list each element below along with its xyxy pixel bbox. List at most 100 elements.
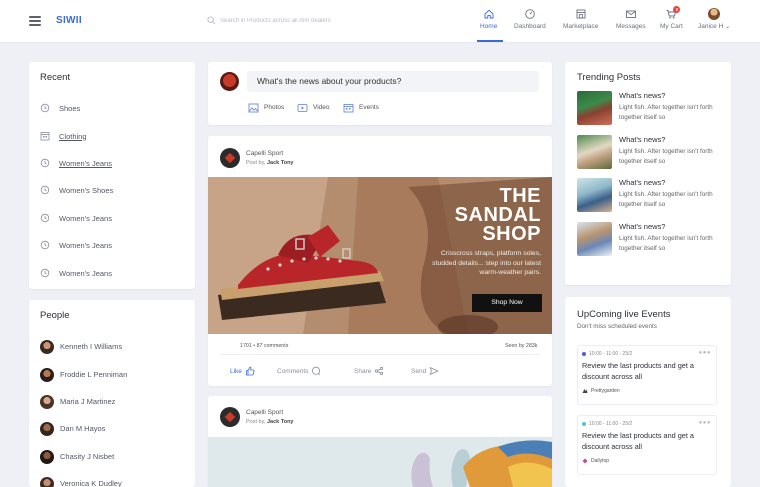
post-author-name[interactable]: Jack Tony <box>267 160 294 166</box>
brand-avatar[interactable] <box>220 148 240 168</box>
person-item[interactable]: Kenneth I Williams <box>40 339 122 354</box>
chevron-down-icon: ⌄ <box>725 24 731 30</box>
nav-dashboard[interactable]: Dashboard <box>514 8 546 30</box>
clock-icon <box>40 158 50 168</box>
post-composer-input[interactable]: What's the news about your products? <box>247 71 539 92</box>
event-dot <box>582 352 586 356</box>
person-item[interactable]: Froddie L Penniman <box>40 367 127 382</box>
nav-messages[interactable]: Messages <box>616 8 646 30</box>
trending-thumbnail <box>577 222 612 256</box>
post-seen-count: Seen by 283k <box>505 343 538 349</box>
nav-active-indicator <box>477 40 503 42</box>
events-button[interactable]: Events <box>343 102 379 113</box>
recent-item-womens-shoes[interactable]: Women's Shoes <box>40 183 113 197</box>
avatar <box>40 476 54 487</box>
trending-post-title: What's news? <box>619 135 666 144</box>
calendar-icon <box>343 103 354 112</box>
post-image[interactable]: THE SANDAL SHOP Crisscross straps, platf… <box>208 177 552 334</box>
events-label: Events <box>359 104 379 111</box>
clothing-photo <box>208 437 552 487</box>
recent-item-womens-jeans-3[interactable]: Women's Jeans <box>40 238 112 252</box>
promo-headline-line: SHOP <box>482 223 541 245</box>
comments-label: Comments <box>277 367 309 375</box>
video-button[interactable]: Video <box>297 102 330 113</box>
share-icon <box>375 366 384 376</box>
person-item[interactable]: Chasity J Nisbet <box>40 449 114 464</box>
recent-item-womens-jeans[interactable]: Women's Jeans <box>40 156 112 170</box>
post-author-name[interactable]: Jack Tony <box>267 419 294 425</box>
trending-post-text: Light fish. After together isn't forth t… <box>619 235 713 252</box>
event-item[interactable]: 10:00 - 11:00 - 25/2 ●●● Review the last… <box>577 345 717 405</box>
person-item[interactable]: Maria J Martinez <box>40 394 115 409</box>
trending-post[interactable]: What's news? Light fish. After together … <box>577 135 717 171</box>
person-item[interactable]: Veronica K Dudley <box>40 476 122 487</box>
brand-avatar[interactable] <box>220 407 240 427</box>
search-input[interactable] <box>220 14 420 28</box>
recent-item-womens-jeans-4[interactable]: Women's Jeans <box>40 266 112 280</box>
photos-button[interactable]: Photos <box>248 102 284 113</box>
menu-icon[interactable] <box>29 16 41 26</box>
recent-item-clothing[interactable]: Clothing <box>40 129 87 143</box>
event-brand: Dailytop <box>582 458 609 464</box>
recent-item-shoes[interactable]: Shoes <box>40 101 80 115</box>
brand-logo[interactable]: SIWII <box>56 15 82 26</box>
like-label: Like <box>230 367 242 375</box>
event-time-text: 10:00 - 11:00 - 25/2 <box>589 351 633 357</box>
nav-marketplace[interactable]: Marketplace <box>563 8 598 30</box>
trending-thumbnail <box>577 135 612 169</box>
recent-item-womens-jeans-2[interactable]: Women's Jeans <box>40 211 112 225</box>
post-image[interactable] <box>208 437 552 487</box>
post-brand-name[interactable]: Capelli Sport <box>246 409 283 416</box>
trending-thumbnail <box>577 91 612 125</box>
person-item[interactable]: Dan M Hayos <box>40 421 105 436</box>
trending-thumbnail <box>577 178 612 212</box>
more-options-icon[interactable]: ●●● <box>699 350 711 356</box>
trending-post[interactable]: What's news? Light fish. After together … <box>577 222 717 258</box>
trending-post[interactable]: What's news? Light fish. After together … <box>577 91 717 127</box>
post-by-label: Post by, <box>246 419 266 425</box>
recent-item-label: Clothing <box>59 131 87 141</box>
nav-home[interactable]: Home <box>480 8 497 30</box>
video-label: Video <box>313 104 330 111</box>
event-time: 10:00 - 11:00 - 25/2 <box>582 421 632 427</box>
post-author: Post by, Jack Tony <box>246 419 294 425</box>
recent-item-label: Women's Jeans <box>59 158 112 168</box>
clock-icon <box>40 103 50 113</box>
comments-button[interactable]: Comments <box>277 365 321 377</box>
clock-icon <box>40 240 50 250</box>
trending-title: Trending Posts <box>577 72 641 83</box>
shop-now-button[interactable]: Shop Now <box>472 294 542 312</box>
home-icon <box>484 9 494 19</box>
like-button[interactable]: Like <box>230 365 255 377</box>
person-name: Chasity J Nisbet <box>60 452 115 461</box>
calendar-icon <box>40 132 50 141</box>
post-stats[interactable]: 1701 • 87 comments <box>240 343 288 349</box>
share-button[interactable]: Share <box>354 365 384 377</box>
more-options-icon[interactable]: ●●● <box>699 420 711 426</box>
event-title: Review the last products and get a disco… <box>582 361 694 381</box>
event-item[interactable]: 10:00 - 11:00 - 25/2 ●●● Review the last… <box>577 415 717 475</box>
person-name: Dan M Hayos <box>60 424 106 433</box>
events-subtitle: Don't miss scheduled events <box>577 323 657 330</box>
share-label: Share <box>354 367 372 375</box>
nav-cart[interactable]: 8 My Cart <box>660 6 683 30</box>
video-icon <box>297 103 308 112</box>
trending-post[interactable]: What's news? Light fish. After together … <box>577 178 717 214</box>
nav-marketplace-label: Marketplace <box>563 23 599 30</box>
photos-label: Photos <box>264 104 285 111</box>
nav-profile[interactable]: Janice H ⌄ <box>698 8 730 30</box>
nav-home-label: Home <box>480 23 498 30</box>
events-title: UpComing live Events <box>577 309 671 320</box>
post-brand-name[interactable]: Capelli Sport <box>246 150 283 157</box>
event-time: 10:00 - 11:00 - 25/2 <box>582 351 632 357</box>
top-navigation-bar: SIWII Home Dashboard Marketplace Message… <box>0 0 760 43</box>
send-button[interactable]: Send <box>411 365 439 377</box>
recent-item-label: Women's Shoes <box>59 185 114 195</box>
promo-description: Crisscross straps, platform soles, studd… <box>432 250 541 276</box>
dashboard-icon <box>525 9 535 19</box>
trending-post-title: What's news? <box>619 222 666 231</box>
avatar <box>220 72 239 91</box>
avatar <box>40 339 54 354</box>
event-brand: Prettygarden <box>582 388 620 394</box>
nav-cart-label: My Cart <box>660 23 683 30</box>
